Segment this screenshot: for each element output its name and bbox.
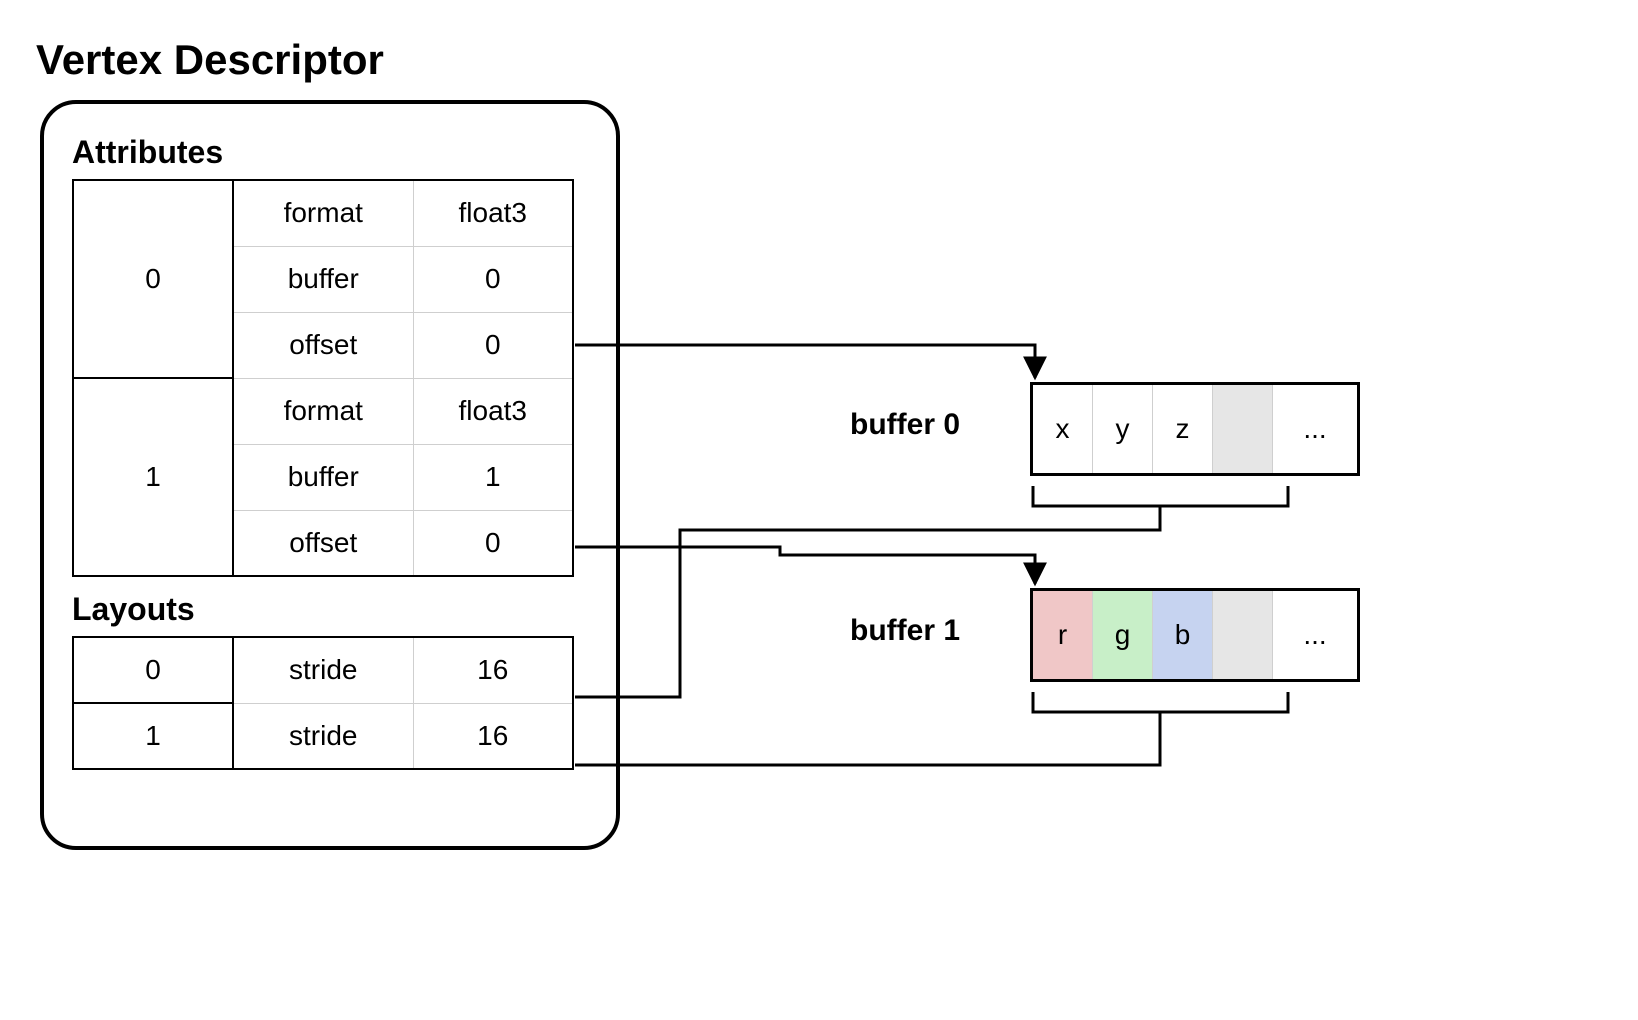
buffer-0-box: x y z ...: [1030, 382, 1360, 476]
attr-val-cell: float3: [413, 378, 573, 444]
table-row: 1 format float3: [73, 378, 573, 444]
attr-key-cell: format: [233, 378, 413, 444]
layout-val-cell: 16: [413, 703, 573, 769]
attr-key-cell: offset: [233, 312, 413, 378]
attr-key-cell: format: [233, 180, 413, 246]
buffer-cell: y: [1093, 385, 1153, 473]
table-row: 0 stride 16: [73, 637, 573, 703]
layout-index-cell: 1: [73, 703, 233, 769]
layout-index-cell: 0: [73, 637, 233, 703]
buffer-pad-cell: [1213, 591, 1273, 679]
buffer-ellipsis: ...: [1273, 385, 1357, 473]
stride-bracket-buffer0: [1033, 486, 1288, 506]
layouts-table: 0 stride 16 1 stride 16: [72, 636, 574, 770]
buffer-0-label: buffer 0: [850, 408, 960, 442]
attr-val-cell: 0: [413, 510, 573, 576]
layouts-heading: Layouts: [72, 591, 592, 628]
attr-index-cell: 0: [73, 180, 233, 378]
buffer-cell: x: [1033, 385, 1093, 473]
layout-val-cell: 16: [413, 637, 573, 703]
buffer-1-box: r g b ...: [1030, 588, 1360, 682]
layout-key-cell: stride: [233, 637, 413, 703]
stride-bracket-buffer1: [1033, 692, 1288, 712]
buffer-cell: r: [1033, 591, 1093, 679]
arrow-attr1-to-buffer1: [575, 547, 1035, 584]
attr-key-cell: offset: [233, 510, 413, 576]
attr-val-cell: float3: [413, 180, 573, 246]
buffer-pad-cell: [1213, 385, 1273, 473]
attr-val-cell: 1: [413, 444, 573, 510]
attr-val-cell: 0: [413, 312, 573, 378]
buffer-cell: g: [1093, 591, 1153, 679]
diagram-canvas: Vertex Descriptor Attributes 0 format fl…: [0, 0, 1638, 1020]
buffer-cell: z: [1153, 385, 1213, 473]
arrow-attr0-to-buffer0: [575, 345, 1035, 378]
attr-key-cell: buffer: [233, 444, 413, 510]
table-row: 1 stride 16: [73, 703, 573, 769]
buffer-1-label: buffer 1: [850, 614, 960, 648]
vertex-descriptor-box: Attributes 0 format float3 buffer 0 offs…: [40, 100, 620, 850]
attributes-heading: Attributes: [72, 134, 592, 171]
buffer-ellipsis: ...: [1273, 591, 1357, 679]
arrow-layout1-to-buffer1-stride: [575, 722, 1160, 765]
attributes-table: 0 format float3 buffer 0 offset 0 1 form…: [72, 179, 574, 577]
attr-key-cell: buffer: [233, 246, 413, 312]
attr-index-cell: 1: [73, 378, 233, 576]
attr-val-cell: 0: [413, 246, 573, 312]
table-row: 0 format float3: [73, 180, 573, 246]
layout-key-cell: stride: [233, 703, 413, 769]
buffer-cell: b: [1153, 591, 1213, 679]
diagram-title: Vertex Descriptor: [36, 36, 384, 84]
